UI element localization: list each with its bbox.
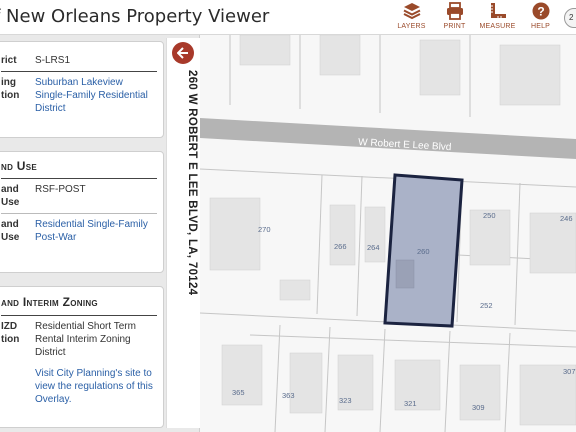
row-link[interactable]: Suburban Lakeview bbox=[35, 76, 157, 89]
lot-label: 252 bbox=[480, 301, 493, 310]
lot-label: 365 bbox=[232, 388, 245, 397]
info-row: ing Suburban Lakeview bbox=[1, 76, 157, 89]
app-title: f New Orleans Property Viewer bbox=[0, 6, 270, 27]
lot-label: 309 bbox=[472, 403, 485, 412]
measure-label: MEASURE bbox=[479, 23, 516, 30]
info-row: IZD tion Residential Short Term Rental In… bbox=[1, 320, 157, 359]
row-key: ing bbox=[1, 77, 16, 88]
divider bbox=[1, 71, 157, 72]
lot-label: 266 bbox=[334, 242, 347, 251]
row-value: Residential Short Term Rental Interim Zo… bbox=[35, 321, 136, 358]
row-key: IZD tion bbox=[1, 321, 20, 345]
help-button[interactable]: ? HELP bbox=[519, 0, 562, 35]
info-row: tion Single-Family Residential District bbox=[1, 89, 157, 115]
land-use-card: nd Use and Use RSF-POST and Use Residentia… bbox=[0, 151, 164, 273]
property-address: 260 W ROBERT E LEE BLVD, LA, 70124 bbox=[186, 70, 198, 296]
lot-label: 307 bbox=[563, 367, 576, 376]
property-viewer-app: W Robert E Lee Blvd 270 266 264 260 250 … bbox=[0, 0, 576, 432]
row-key: and Use bbox=[1, 184, 20, 208]
row-key: and Use bbox=[1, 219, 20, 243]
info-row: rict S-LRS1 bbox=[1, 54, 157, 67]
divider bbox=[1, 213, 157, 214]
row-key: rict bbox=[1, 55, 17, 66]
row-link[interactable]: Single-Family Residential District bbox=[35, 89, 157, 115]
layers-label: LAYERS bbox=[397, 23, 426, 30]
measure-button[interactable]: MEASURE bbox=[476, 0, 519, 35]
app-header: f New Orleans Property Viewer LAYERS PRI… bbox=[0, 0, 576, 35]
toolbar: LAYERS PRINT MEASURE ? HELP bbox=[390, 0, 576, 35]
lot-label: 260 bbox=[417, 247, 430, 256]
lot-label: 363 bbox=[282, 391, 295, 400]
info-row: Visit City Planning's site to view the r… bbox=[1, 367, 157, 406]
lot-label: 264 bbox=[367, 243, 380, 252]
help-label: HELP bbox=[530, 23, 551, 30]
print-button[interactable]: PRINT bbox=[433, 0, 476, 35]
row-value: RSF-POST bbox=[35, 184, 86, 195]
measure-icon bbox=[490, 3, 506, 18]
lot-label: 321 bbox=[404, 399, 417, 408]
layers-icon bbox=[403, 3, 420, 20]
row-link[interactable]: Residential Single-Family Post-War bbox=[35, 218, 157, 244]
row-value: S-LRS1 bbox=[35, 55, 71, 66]
svg-text:?: ? bbox=[537, 5, 544, 19]
arrow-left-icon bbox=[177, 47, 188, 59]
city-planning-link[interactable]: Visit City Planning's site to view the r… bbox=[35, 367, 157, 406]
row-key: tion bbox=[1, 90, 20, 101]
lot-label: 246 bbox=[560, 214, 573, 223]
print-label: PRINT bbox=[443, 23, 466, 30]
lot-label: 323 bbox=[339, 396, 352, 405]
zoning-card: rict S-LRS1 ing Suburban Lakeview tion S… bbox=[0, 41, 164, 138]
lot-label: 250 bbox=[483, 211, 496, 220]
lot-label: 270 bbox=[258, 225, 271, 234]
divider bbox=[1, 178, 157, 179]
back-button[interactable] bbox=[172, 42, 194, 64]
layers-button[interactable]: LAYERS bbox=[390, 0, 433, 35]
info-row: and Use Residential Single-Family Post-Wa… bbox=[1, 218, 157, 244]
info-row: and Use RSF-POST bbox=[1, 183, 157, 209]
help-icon: ? bbox=[532, 2, 549, 20]
interim-zoning-card: and Interim Zoning IZD tion Residential S… bbox=[0, 286, 164, 428]
card-title: and Interim Zoning bbox=[1, 295, 98, 309]
card-title: nd Use bbox=[1, 159, 38, 173]
print-icon bbox=[446, 2, 463, 20]
divider bbox=[1, 315, 157, 316]
